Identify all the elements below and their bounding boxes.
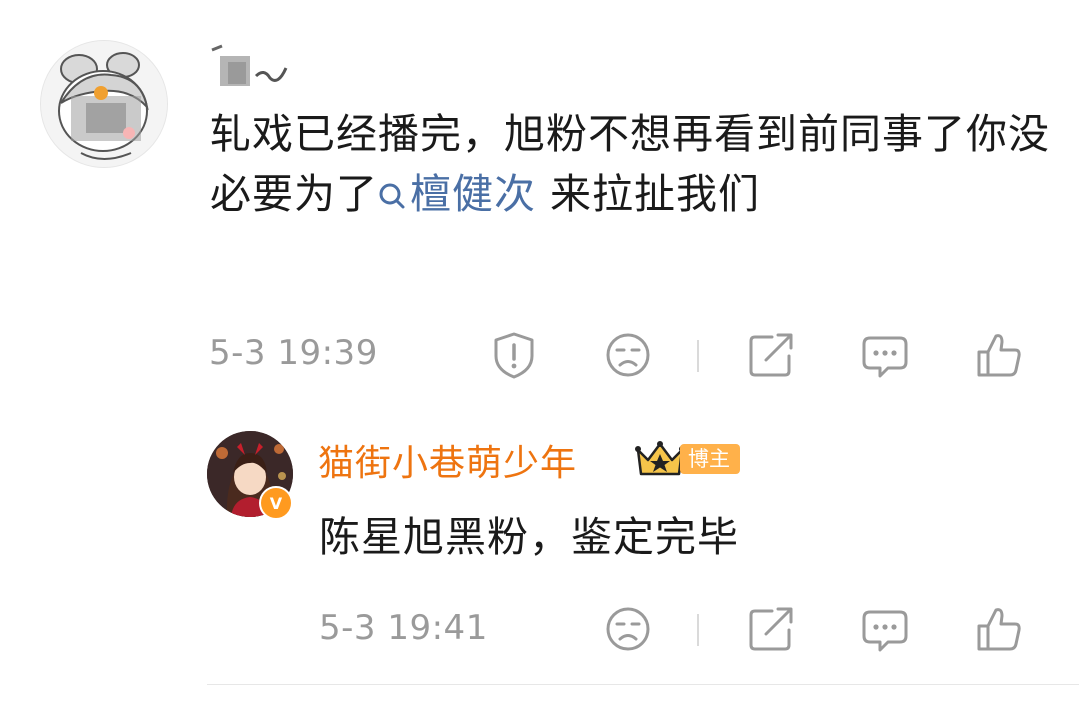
share-icon [749,607,793,651]
comment-icon [862,336,908,378]
comment-button[interactable] [860,330,910,384]
reply-timestamp: 5-3 19:41 [319,608,488,648]
reply-text: 陈星旭黑粉，鉴定完毕 [319,513,739,561]
commenter-avatar[interactable] [40,40,168,168]
comment-text-after: 来拉扯我们 [536,170,761,218]
verified-icon: V [259,486,293,520]
divider [207,684,1079,685]
report-button[interactable] [489,330,539,384]
share-button[interactable] [746,330,796,384]
blogger-username[interactable]: 猫街小巷萌少年 [318,434,577,486]
mention-link[interactable]: 檀健次 [378,170,536,218]
crown-icon [634,440,686,478]
blogger-badge: 博主 [680,444,740,474]
commenter-username-blurred[interactable] [208,42,298,92]
like-icon [977,608,1021,651]
comment-icon [862,610,908,652]
dislike-button[interactable] [603,330,653,384]
reply-dislike-button[interactable] [603,604,653,658]
action-separator [697,614,699,646]
action-separator [697,340,699,372]
dislike-icon [606,607,650,651]
share-icon [749,333,793,377]
reply-share-button[interactable] [746,604,796,658]
report-icon [494,332,534,379]
comment-timestamp: 5-3 19:39 [209,333,378,373]
mention-text: 檀健次 [410,170,536,218]
like-icon [977,334,1021,377]
search-icon [379,183,405,209]
reply-like-button[interactable] [974,604,1024,658]
like-button[interactable] [974,330,1024,384]
reply-comment-button[interactable] [860,604,910,658]
comment-text: 轧戏已经播完，旭粉不想再看到前同事了你没必要为了 檀健次 来拉扯我们 [210,104,1050,224]
dislike-icon [606,333,650,377]
